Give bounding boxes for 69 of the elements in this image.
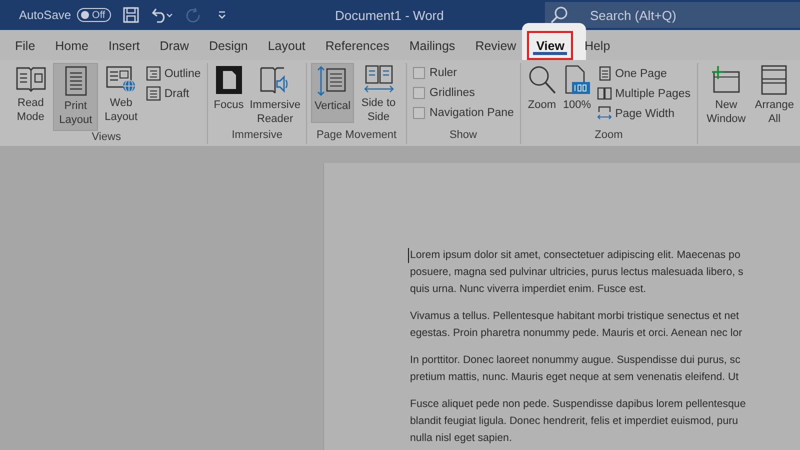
- text-line: posuere, magna sed pulvinar ultricies, purus lectus malesuada libero, s: [410, 265, 744, 280]
- group-label: Zoom: [594, 129, 623, 143]
- ribbon-tab[interactable]: View: [527, 31, 574, 60]
- text-line: Lorem ipsum dolor sit amet, consectetuer adipiscing elit. Maecenas po: [410, 248, 742, 263]
- ribbon-tab[interactable]: File: [6, 31, 44, 60]
- customize-caret-icon[interactable]: [217, 10, 228, 20]
- ribbon-button[interactable]: Focus: [212, 63, 246, 123]
- text-line: pretium mattis, nunc. Mauris eget neque at sem venenatis eleifend. Ut: [410, 370, 740, 385]
- search-field[interactable]: Search (Alt+Q): [545, 2, 800, 28]
- ribbon-button[interactable]: 100%: [560, 63, 594, 123]
- ribbon-tab[interactable]: Review: [466, 31, 526, 60]
- ribbon-button[interactable]: Arrange All: [752, 63, 796, 129]
- open-book-icon: [16, 65, 46, 93]
- text-line: egestas. Proin pharetra nonummy pede. Mauris et orci. Aenean nec lor: [410, 326, 744, 341]
- ribbon-tab[interactable]: Insert: [100, 31, 149, 60]
- new-window-icon: [711, 65, 742, 95]
- text-line: In porttitor. Donec laoreet nonummy augue. Suspendisse dui purus, sc: [410, 353, 742, 368]
- ribbon-tab[interactable]: References: [316, 31, 398, 60]
- ribbon-tab[interactable]: Home: [46, 31, 98, 60]
- group-label: Show: [449, 129, 477, 143]
- page-hundred-icon: [564, 65, 590, 95]
- page-icon: [64, 66, 88, 96]
- ribbon-tab[interactable]: Draw: [150, 31, 198, 60]
- ribbon-button[interactable]: Immersive Reader: [248, 63, 302, 129]
- checkbox-option[interactable]: Navigation Pane: [410, 105, 516, 121]
- window-title: Document1 - Word: [335, 8, 444, 23]
- ribbon-tab[interactable]: Mailings: [400, 31, 464, 60]
- ribbon-tab[interactable]: Layout: [258, 31, 314, 60]
- undo-icon[interactable]: [151, 7, 174, 23]
- text-line: blandit feugiat ligula. Donec hendrerit, felis et imperdiet euismod, puru: [410, 414, 740, 429]
- ribbon-tab[interactable]: Help: [575, 31, 620, 60]
- focus-icon: [214, 65, 243, 95]
- ribbon-button[interactable]: Print Layout: [53, 63, 98, 131]
- text-line: Vivamus a tellus. Pellentesque habitant morbi tristique senectus et net: [410, 309, 740, 324]
- ribbon-button[interactable]: Zoom: [524, 63, 559, 123]
- group-label: Page Movement: [316, 129, 397, 143]
- ribbon-button[interactable]: Vertical: [311, 63, 354, 123]
- ribbon-button[interactable]: Multiple Pages: [595, 85, 693, 102]
- text-line: Fusce aliquet pede non pede. Suspendisse dapibus lorem pellentesque: [410, 397, 747, 412]
- ribbon-button[interactable]: New Window: [702, 63, 751, 129]
- outline-icon: [146, 66, 162, 81]
- group-label: Immersive: [232, 129, 282, 143]
- draft-icon: [146, 86, 162, 101]
- text-line: nulla nisl eget sapien.: [410, 431, 513, 446]
- checkbox-option[interactable]: Gridlines: [410, 85, 516, 101]
- text-line: quis urna. Nunc viverra imperdiet enim. Fusce est.: [410, 282, 648, 297]
- autosave-toggle[interactable]: Off: [77, 8, 112, 22]
- checkbox-option[interactable]: Ruler: [410, 65, 516, 81]
- two-pages-icon: [597, 86, 612, 101]
- page-width-icon: [597, 106, 612, 121]
- side-by-side-icon: [364, 65, 394, 93]
- autosave-label: AutoSave: [19, 8, 72, 22]
- text-cursor: [408, 248, 409, 263]
- ribbon-button[interactable]: One Page: [595, 65, 693, 82]
- ribbon-button[interactable]: Page Width: [595, 105, 693, 122]
- magnifier-icon: [526, 65, 557, 95]
- web-page-icon: [106, 65, 136, 93]
- ribbon-button[interactable]: Read Mode: [10, 63, 52, 127]
- search-icon: [550, 6, 568, 24]
- save-icon[interactable]: [123, 7, 140, 23]
- ribbon-button[interactable]: Draft: [144, 85, 203, 102]
- single-page-icon: [597, 66, 612, 81]
- ribbon-button[interactable]: Outline: [144, 65, 203, 82]
- ribbon-tab[interactable]: Design: [200, 31, 257, 60]
- ribbon-button[interactable]: Side to Side: [356, 63, 402, 127]
- ribbon-button[interactable]: Web Layout: [100, 63, 142, 127]
- group-label: Views: [92, 131, 121, 144]
- vertical-scroll-icon: [317, 66, 348, 96]
- stacked-windows-icon: [760, 65, 788, 95]
